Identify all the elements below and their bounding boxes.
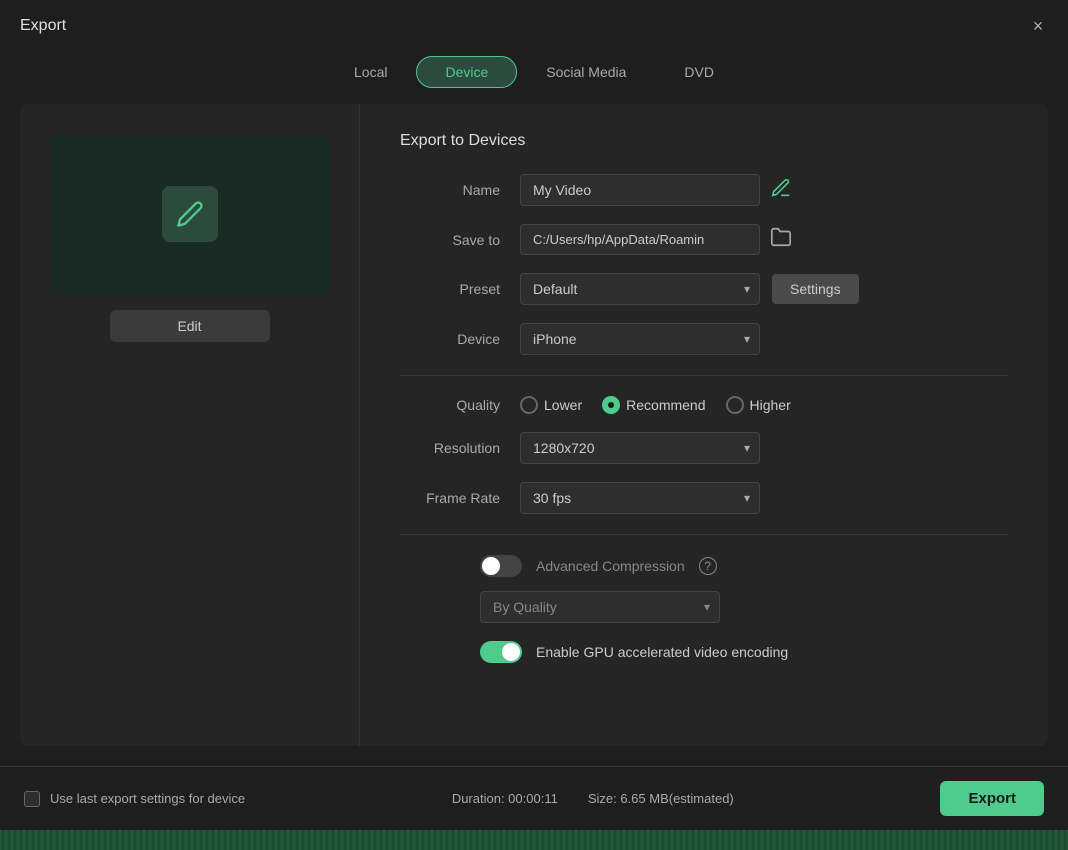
quality-recommend[interactable]: Recommend [602, 396, 705, 414]
tab-social-media[interactable]: Social Media [517, 56, 655, 88]
advanced-compression-label: Advanced Compression [536, 558, 685, 574]
toggle-knob [482, 557, 500, 575]
title-bar: Export × [0, 0, 1068, 48]
resolution-label: Resolution [400, 440, 500, 456]
by-quality-wrapper: By Quality By Bitrate ▾ [480, 591, 720, 623]
preset-select-wrapper: Default High Quality Low Quality ▾ [520, 273, 760, 305]
timeline-pattern [0, 830, 1068, 850]
resolution-select[interactable]: 1280x720 1920x1080 3840x2160 720x480 [520, 432, 760, 464]
info-icon[interactable]: ? [699, 557, 717, 575]
use-last-checkbox[interactable] [24, 791, 40, 807]
save-to-path: C:/Users/hp/AppData/Roamin [520, 224, 760, 255]
device-select[interactable]: iPhone iPad Android Apple TV [520, 323, 760, 355]
main-content: Edit Export to Devices Name Save to C:/U… [20, 104, 1048, 746]
use-last-row: Use last export settings for device [24, 791, 245, 807]
size-info: Size: 6.65 MB(estimated) [588, 791, 734, 806]
tab-device[interactable]: Device [416, 56, 517, 88]
frame-rate-select[interactable]: 30 fps 24 fps 60 fps 25 fps [520, 482, 760, 514]
quality-lower[interactable]: Lower [520, 396, 582, 414]
close-button[interactable]: × [1028, 16, 1048, 36]
quality-recommend-radio [602, 396, 620, 414]
tab-bar: Local Device Social Media DVD [0, 48, 1068, 104]
duration-info: Duration: 00:00:11 [452, 791, 558, 806]
quality-higher-radio [726, 396, 744, 414]
tab-local[interactable]: Local [325, 56, 416, 88]
export-button[interactable]: Export [940, 781, 1044, 816]
preview-thumbnail [50, 134, 330, 294]
divider-2 [400, 534, 1008, 535]
gpu-label: Enable GPU accelerated video encoding [536, 644, 788, 660]
quality-recommend-label: Recommend [626, 397, 705, 413]
preset-row: Preset Default High Quality Low Quality … [400, 273, 1008, 305]
by-quality-select[interactable]: By Quality By Bitrate [480, 591, 720, 623]
quality-higher[interactable]: Higher [726, 396, 791, 414]
app-window: Export × Local Device Social Media DVD [0, 0, 1068, 850]
quality-lower-label: Lower [544, 397, 582, 413]
frame-rate-row: Frame Rate 30 fps 24 fps 60 fps 25 fps ▾ [400, 482, 1008, 514]
gpu-toggle-knob [502, 643, 520, 661]
gpu-toggle[interactable] [480, 641, 522, 663]
gpu-row: Enable GPU accelerated video encoding [480, 641, 1008, 663]
device-label: Device [400, 331, 500, 347]
name-label: Name [400, 182, 500, 198]
bottom-info: Duration: 00:00:11 Size: 6.65 MB(estimat… [452, 791, 734, 806]
window-title: Export [20, 17, 66, 35]
frame-rate-label: Frame Rate [400, 490, 500, 506]
use-last-label: Use last export settings for device [50, 791, 245, 806]
settings-button[interactable]: Settings [772, 274, 859, 304]
quality-lower-radio [520, 396, 538, 414]
preset-select[interactable]: Default High Quality Low Quality [520, 273, 760, 305]
advanced-compression-row: Advanced Compression ? [480, 555, 1008, 577]
info-symbol: ? [704, 559, 711, 573]
tab-dvd[interactable]: DVD [655, 56, 743, 88]
timeline-bar [0, 830, 1068, 850]
quality-higher-label: Higher [750, 397, 791, 413]
resolution-row: Resolution 1280x720 1920x1080 3840x2160 … [400, 432, 1008, 464]
device-select-wrapper: iPhone iPad Android Apple TV ▾ [520, 323, 760, 355]
quality-label: Quality [400, 397, 500, 413]
ai-icon[interactable] [770, 177, 792, 204]
advanced-compression-toggle[interactable] [480, 555, 522, 577]
pencil-icon [162, 186, 218, 242]
name-input[interactable] [520, 174, 760, 206]
frame-rate-select-wrapper: 30 fps 24 fps 60 fps 25 fps ▾ [520, 482, 760, 514]
bottom-bar: Use last export settings for device Dura… [0, 766, 1068, 830]
name-row: Name [400, 174, 1008, 206]
edit-button[interactable]: Edit [110, 310, 270, 342]
save-to-row: Save to C:/Users/hp/AppData/Roamin [400, 224, 1008, 255]
resolution-select-wrapper: 1280x720 1920x1080 3840x2160 720x480 ▾ [520, 432, 760, 464]
device-row: Device iPhone iPad Android Apple TV ▾ [400, 323, 1008, 355]
settings-panel: Export to Devices Name Save to C:/Users/… [360, 104, 1048, 746]
preview-panel: Edit [20, 104, 360, 746]
folder-icon[interactable] [770, 226, 792, 253]
divider-1 [400, 375, 1008, 376]
quality-row: Quality Lower Recommend [400, 396, 1008, 414]
section-title: Export to Devices [400, 132, 1008, 150]
save-to-label: Save to [400, 232, 500, 248]
preset-label: Preset [400, 281, 500, 297]
